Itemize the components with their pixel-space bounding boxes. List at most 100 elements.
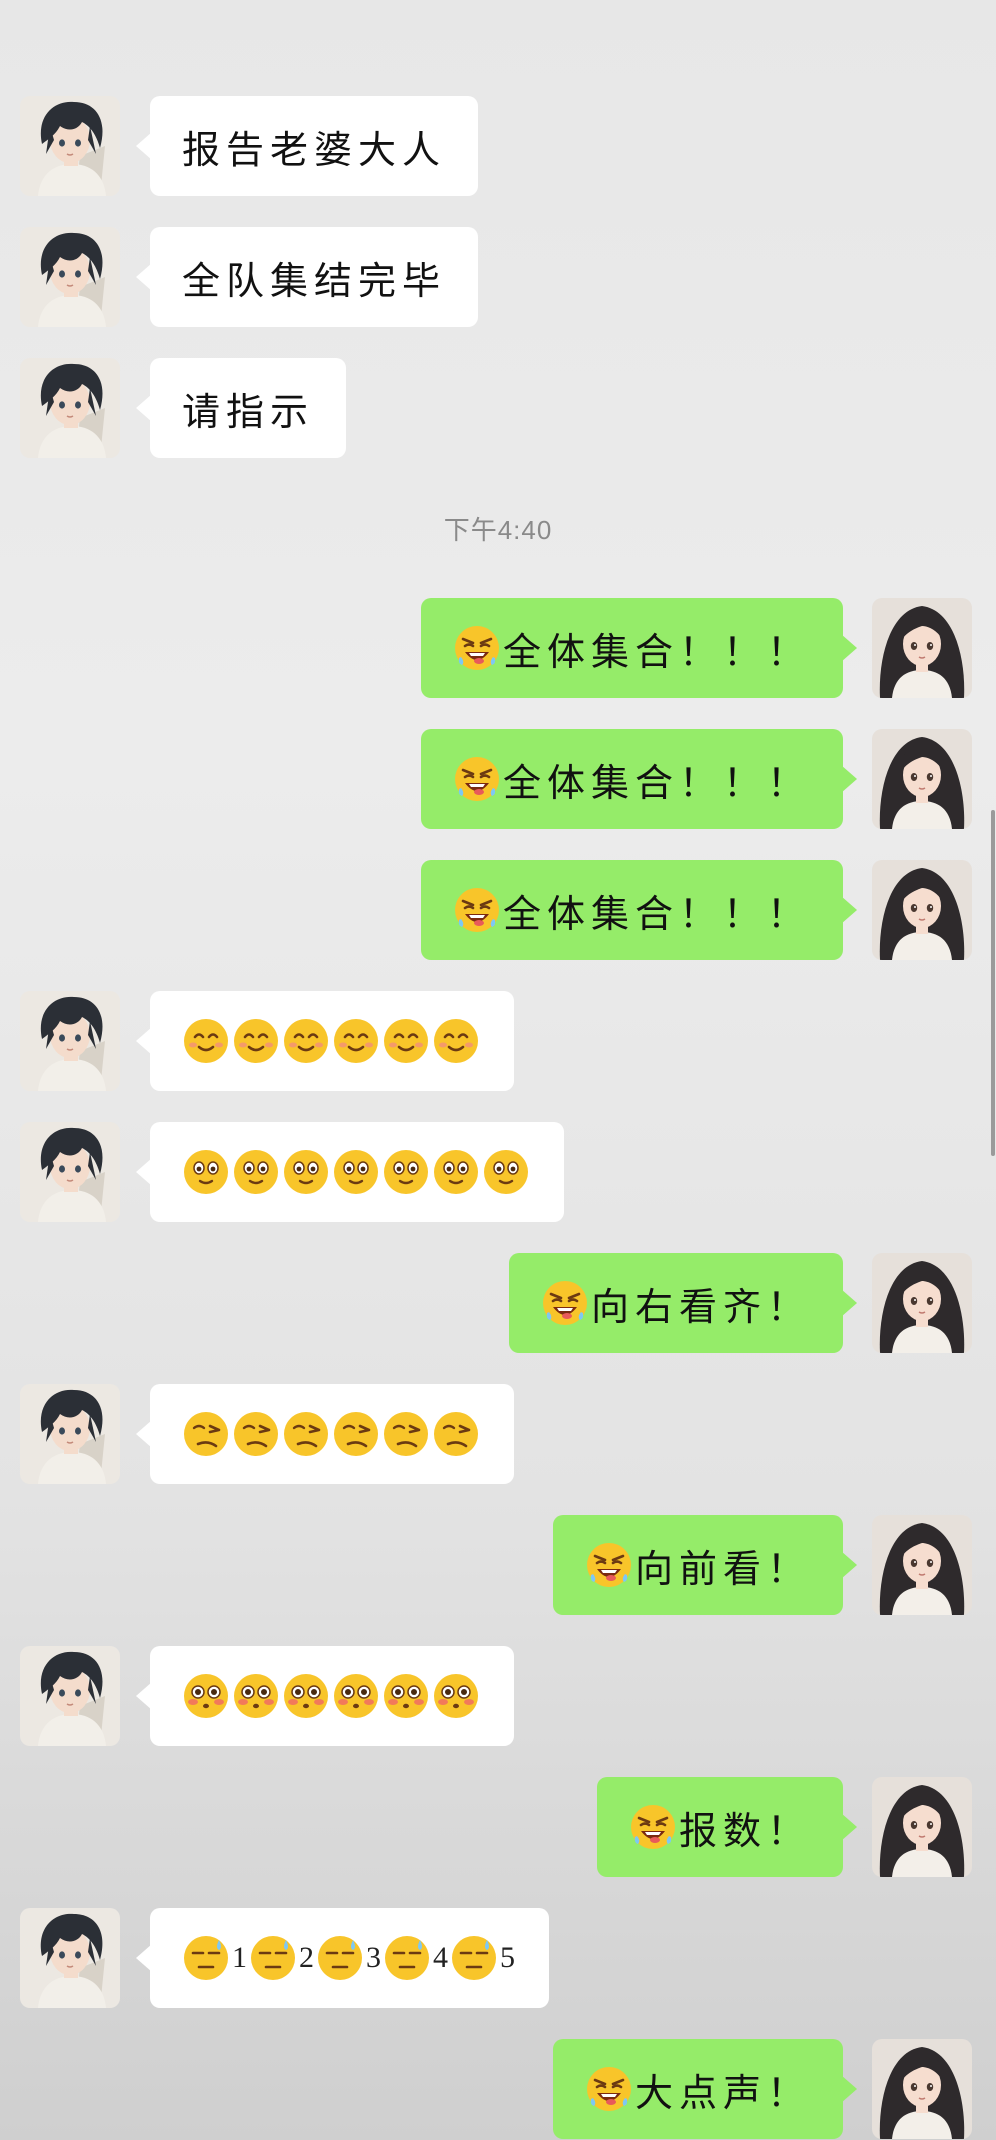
message-row-outgoing: 全体集合！！！	[0, 860, 996, 960]
mischievous-grin-emoji-icon	[453, 755, 501, 803]
cold-sweat-emoji-icon	[316, 1934, 364, 1982]
wide-eyed-emoji-icon	[432, 1148, 480, 1196]
flushed-emoji-icon	[382, 1672, 430, 1720]
message-bubble[interactable]	[136, 1646, 514, 1746]
message-bubble[interactable]: 请指示	[135, 358, 347, 458]
cold-sweat-emoji-icon	[450, 1934, 498, 1982]
message-bubble[interactable]: 1 2 3 4 5	[136, 1908, 549, 2008]
message-bubble[interactable]	[136, 1384, 514, 1484]
smile-emoji-icon	[232, 1017, 280, 1065]
message-text: 全体集合！！！	[502, 629, 811, 674]
count-number: 2	[299, 1941, 314, 1974]
message-bubble[interactable]: 大点声！	[552, 2039, 858, 2139]
wide-eyed-emoji-icon	[482, 1148, 530, 1196]
message-bubble[interactable]: 报数！	[596, 1777, 858, 1877]
count-number: 1	[232, 1941, 247, 1974]
message-text: 报数！	[678, 1808, 811, 1853]
flushed-emoji-icon	[182, 1672, 230, 1720]
message-row-incoming: 报告老婆大人	[0, 96, 996, 196]
message-bubble[interactable]: 全体集合！！！	[420, 598, 858, 698]
smile-emoji-icon	[182, 1017, 230, 1065]
mischievous-grin-emoji-icon	[585, 1541, 633, 1589]
message-row-incoming: 1 2 3 4 5	[0, 1908, 996, 2008]
my-avatar[interactable]	[872, 2039, 972, 2139]
mischievous-grin-emoji-icon	[585, 2065, 633, 2113]
cold-sweat-emoji-icon	[383, 1934, 431, 1982]
wide-eyed-emoji-icon	[182, 1148, 230, 1196]
contact-avatar[interactable]	[20, 1646, 120, 1746]
message-text: 向右看齐！	[590, 1284, 811, 1329]
message-bubble[interactable]: 全体集合！！！	[420, 729, 858, 829]
chat-view[interactable]: 报告老婆大人 全队集结完毕 请指示 下午4:40 全体集合！！！ 全体集合！！！	[0, 0, 996, 2140]
message-text: 报告老婆大人	[182, 127, 447, 172]
my-avatar[interactable]	[872, 860, 972, 960]
message-row-incoming	[0, 1646, 996, 1746]
message-text: 全队集结完毕	[182, 258, 447, 303]
wide-eyed-emoji-icon	[382, 1148, 430, 1196]
flushed-emoji-icon	[282, 1672, 330, 1720]
message-row-outgoing: 大点声！	[0, 2039, 996, 2139]
wide-eyed-emoji-icon	[282, 1148, 330, 1196]
message-text: 全体集合！！！	[502, 891, 811, 936]
message-row-incoming: 请指示	[0, 358, 996, 458]
timestamp: 下午4:40	[443, 515, 553, 545]
side-glance-emoji-icon	[182, 1410, 230, 1458]
flushed-emoji-icon	[332, 1672, 380, 1720]
message-bubble[interactable]	[136, 991, 514, 1091]
my-avatar[interactable]	[872, 1515, 972, 1615]
contact-avatar[interactable]	[20, 96, 120, 196]
contact-avatar[interactable]	[20, 1384, 120, 1484]
message-row-incoming: 全队集结完毕	[0, 227, 996, 327]
message-row-outgoing: 全体集合！！！	[0, 729, 996, 829]
flushed-emoji-icon	[432, 1672, 480, 1720]
wide-eyed-emoji-icon	[232, 1148, 280, 1196]
flushed-emoji-icon	[232, 1672, 280, 1720]
message-row-outgoing: 向右看齐！	[0, 1253, 996, 1353]
message-row-incoming	[0, 1384, 996, 1484]
cold-sweat-emoji-icon	[249, 1934, 297, 1982]
my-avatar[interactable]	[872, 729, 972, 829]
side-glance-emoji-icon	[332, 1410, 380, 1458]
my-avatar[interactable]	[872, 598, 972, 698]
mischievous-grin-emoji-icon	[629, 1803, 677, 1851]
my-avatar[interactable]	[872, 1777, 972, 1877]
side-glance-emoji-icon	[432, 1410, 480, 1458]
message-row-incoming	[0, 991, 996, 1091]
count-number: 4	[433, 1941, 448, 1974]
smile-emoji-icon	[432, 1017, 480, 1065]
message-row-outgoing: 向前看！	[0, 1515, 996, 1615]
smile-emoji-icon	[382, 1017, 430, 1065]
contact-avatar[interactable]	[20, 1908, 120, 2008]
message-text: 大点声！	[634, 2070, 811, 2115]
smile-emoji-icon	[332, 1017, 380, 1065]
contact-avatar[interactable]	[20, 991, 120, 1091]
message-bubble[interactable]: 全体集合！！！	[420, 860, 858, 960]
message-text: 全体集合！！！	[502, 760, 811, 805]
message-row-outgoing: 报数！	[0, 1777, 996, 1877]
my-avatar[interactable]	[872, 1253, 972, 1353]
mischievous-grin-emoji-icon	[541, 1279, 589, 1327]
contact-avatar[interactable]	[20, 227, 120, 327]
message-row-outgoing: 全体集合！！！	[0, 598, 996, 698]
message-text: 向前看！	[634, 1546, 811, 1591]
mischievous-grin-emoji-icon	[453, 624, 501, 672]
message-text: 请指示	[182, 389, 315, 434]
mischievous-grin-emoji-icon	[453, 886, 501, 934]
message-row-incoming	[0, 1122, 996, 1222]
scrollbar[interactable]	[991, 810, 995, 1156]
cold-sweat-emoji-icon	[182, 1934, 230, 1982]
count-number: 3	[366, 1941, 381, 1974]
contact-avatar[interactable]	[20, 1122, 120, 1222]
contact-avatar[interactable]	[20, 358, 120, 458]
smile-emoji-icon	[282, 1017, 330, 1065]
message-bubble[interactable]: 向前看！	[552, 1515, 858, 1615]
side-glance-emoji-icon	[382, 1410, 430, 1458]
side-glance-emoji-icon	[282, 1410, 330, 1458]
message-bubble[interactable]: 向右看齐！	[508, 1253, 858, 1353]
side-glance-emoji-icon	[232, 1410, 280, 1458]
message-bubble[interactable]	[136, 1122, 564, 1222]
count-number: 5	[500, 1941, 515, 1974]
message-bubble[interactable]: 报告老婆大人	[135, 96, 479, 196]
message-bubble[interactable]: 全队集结完毕	[135, 227, 479, 327]
wide-eyed-emoji-icon	[332, 1148, 380, 1196]
